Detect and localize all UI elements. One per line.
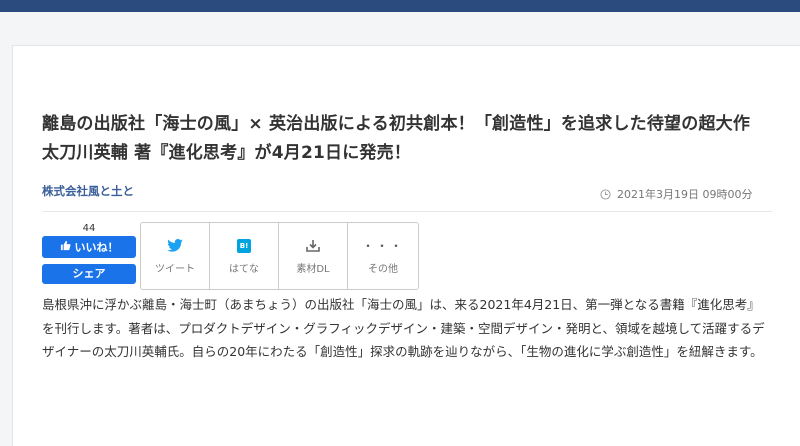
publish-date-text: 2021年3月19日 09時00分 [617, 188, 753, 201]
divider [42, 211, 772, 212]
download-icon [306, 238, 320, 254]
hatena-bookmark-icon: B! [237, 238, 251, 254]
like-widget: 44 いいね！ シェア [42, 222, 136, 284]
share-buttons: ツイート B! はてな 素材DL ・・・ その他 [140, 222, 419, 290]
facebook-share-button[interactable]: シェア [42, 264, 136, 284]
more-label: その他 [368, 263, 398, 275]
tweet-label: ツイート [155, 263, 195, 275]
company-link[interactable]: 株式会社風と土と [42, 183, 134, 199]
publish-date: 2021年3月19日 09時00分 [600, 186, 752, 202]
hatena-button[interactable]: B! はてな [210, 223, 279, 289]
hatena-label: はてな [229, 263, 259, 275]
like-count: 44 [82, 223, 96, 234]
article-lead: 島根県沖に浮かぶ離島・海士町（あまちょう）の出版社「海士の風」は、来る2021年… [42, 297, 765, 359]
material-download-button[interactable]: 素材DL [279, 223, 348, 289]
like-button-label: いいね！ [74, 241, 119, 254]
thumbs-up-icon [60, 240, 71, 254]
tweet-button[interactable]: ツイート [141, 223, 210, 289]
like-button[interactable]: いいね！ [42, 236, 136, 258]
twitter-bird-icon [167, 238, 183, 254]
more-button[interactable]: ・・・ その他 [348, 223, 418, 289]
top-header-bar [0, 0, 800, 12]
more-dots-icon: ・・・ [361, 239, 404, 253]
clock-icon [600, 188, 611, 200]
article-title: 離島の出版社「海士の風」× 英治出版による初共創本！「創造性」を追求した待望の超… [42, 114, 751, 163]
download-label: 素材DL [296, 263, 330, 275]
